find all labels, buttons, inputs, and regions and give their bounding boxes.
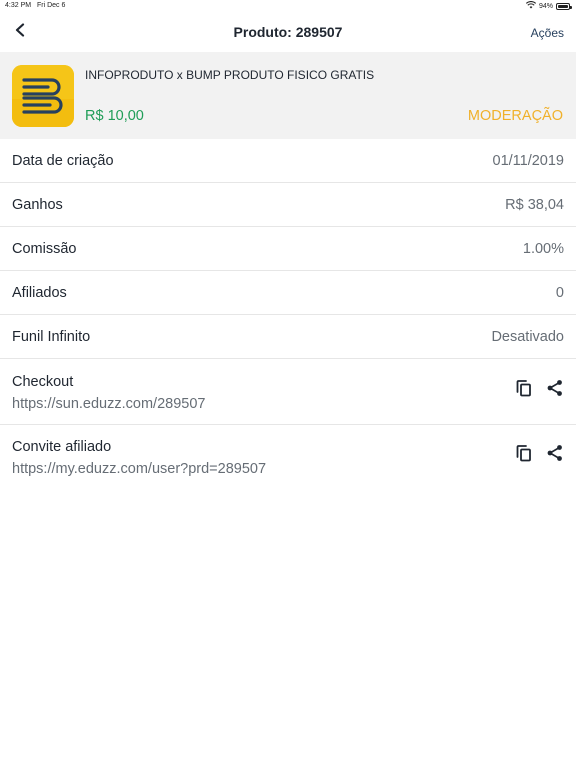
battery-icon <box>556 2 572 10</box>
back-button[interactable] <box>8 20 32 44</box>
page-title: Produto: 289507 <box>233 24 343 40</box>
status-bar: 4:32 PM Fri Dec 6 94% <box>0 0 576 12</box>
detail-value: 01/11/2019 <box>492 153 565 169</box>
detail-row-earnings: Ganhos R$ 38,04 <box>0 183 576 227</box>
detail-label: Data de criação <box>12 153 114 169</box>
product-logo <box>12 65 74 127</box>
nav-bar: Produto: 289507 Ações <box>0 12 576 52</box>
copy-icon[interactable] <box>514 443 534 463</box>
actions-button[interactable]: Ações <box>531 26 564 40</box>
detail-row-affiliates: Afiliados 0 <box>0 271 576 315</box>
detail-label: Funil Infinito <box>12 329 91 345</box>
share-icon[interactable] <box>545 378 565 398</box>
status-time: 4:32 PM <box>5 2 32 9</box>
battery-percent: 94% <box>538 2 553 10</box>
link-row-affiliate-invite: Convite afiliado https://my.eduzz.com/us… <box>0 425 576 490</box>
detail-row-creation-date: Data de criação 01/11/2019 <box>0 139 576 183</box>
product-name: INFOPRODUTO x BUMP PRODUTO FISICO GRATIS <box>85 68 375 82</box>
link-url: https://sun.eduzz.com/289507 <box>12 396 206 412</box>
copy-icon[interactable] <box>514 378 534 398</box>
detail-value: R$ 38,04 <box>505 197 564 213</box>
detail-row-commission: Comissão 1.00% <box>0 227 576 271</box>
chevron-left-icon <box>14 22 26 42</box>
link-row-checkout: Checkout https://sun.eduzz.com/289507 <box>0 360 576 425</box>
detail-value: Desativado <box>491 329 564 345</box>
status-right: 94% <box>525 1 572 11</box>
status-date: Fri Dec 6 <box>37 2 66 9</box>
product-price: R$ 10,00 <box>85 108 144 124</box>
detail-row-infinite-funnel: Funil Infinito Desativado <box>0 315 576 359</box>
detail-label: Ganhos <box>12 197 63 213</box>
link-label: Convite afiliado <box>12 439 112 455</box>
link-url: https://my.eduzz.com/user?prd=289507 <box>12 461 267 477</box>
wifi-icon <box>525 1 537 11</box>
link-label: Checkout <box>12 374 74 390</box>
product-status-badge: MODERAÇÃO <box>467 108 563 124</box>
detail-label: Comissão <box>12 241 77 257</box>
product-header: INFOPRODUTO x BUMP PRODUTO FISICO GRATIS… <box>0 52 576 139</box>
detail-value: 1.00% <box>522 241 564 257</box>
share-icon[interactable] <box>545 443 565 463</box>
detail-label: Afiliados <box>12 285 67 301</box>
detail-value: 0 <box>555 285 564 301</box>
